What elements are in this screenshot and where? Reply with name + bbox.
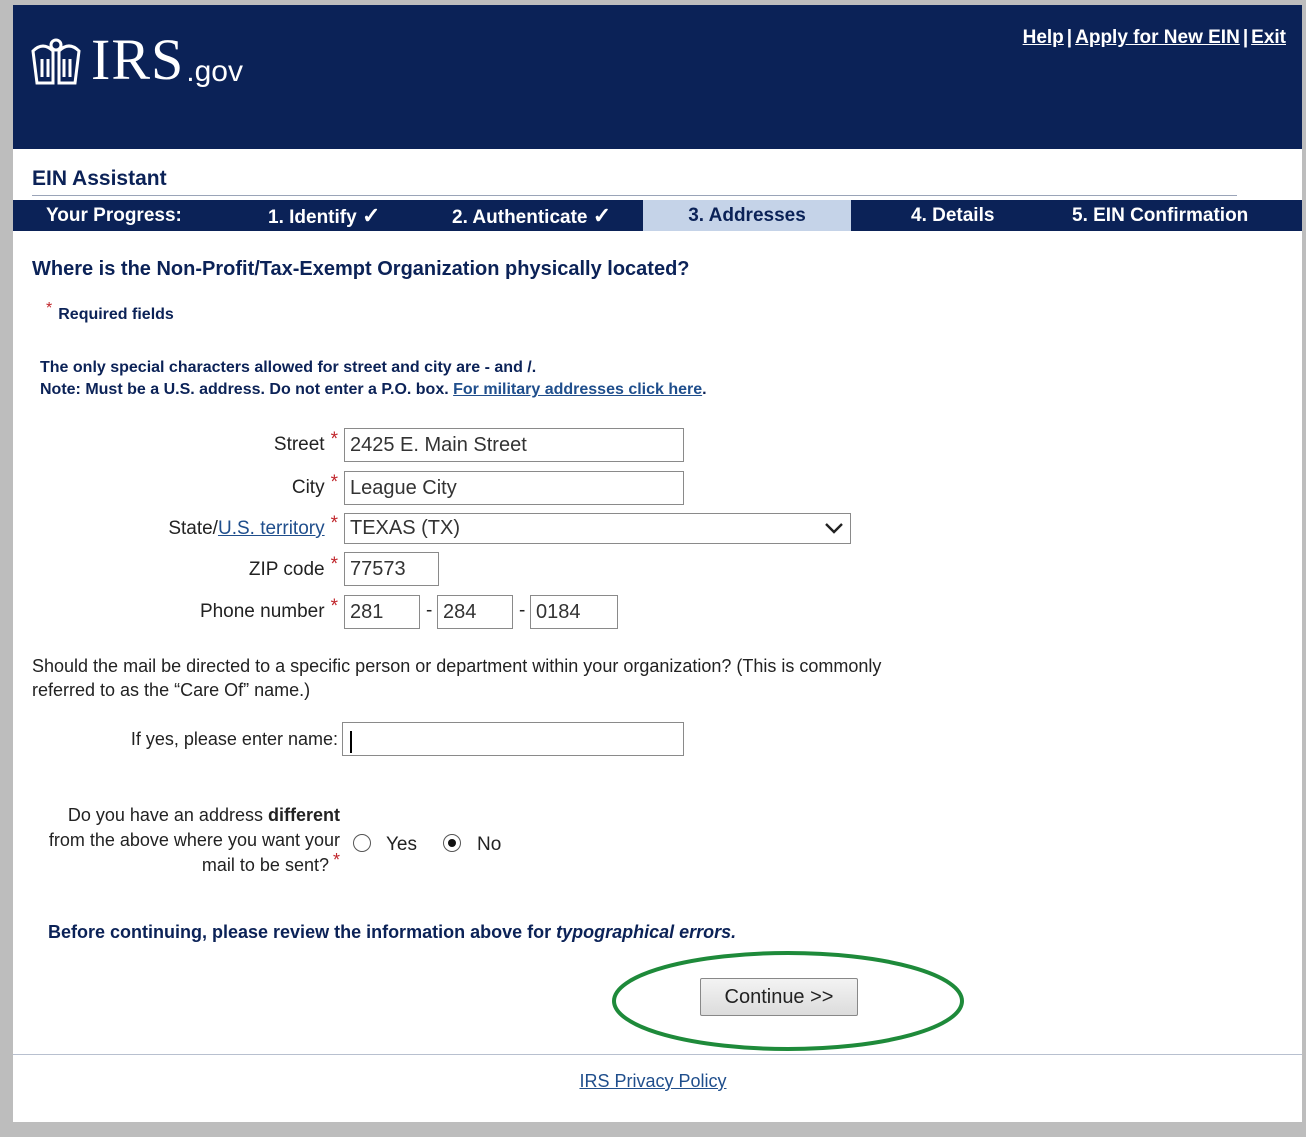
text-cursor <box>350 731 352 753</box>
phone-dash: - <box>519 600 526 621</box>
question-text: Do you have an address <box>67 805 263 825</box>
phone-line-input[interactable]: 0184 <box>530 595 618 629</box>
city-label-text: City <box>291 477 325 498</box>
state-select-value: TEXAS (TX) <box>350 517 461 539</box>
section-question: Where is the Non-Profit/Tax-Exempt Organ… <box>32 258 690 280</box>
note-period: . <box>702 381 707 398</box>
street-label-text: Street <box>273 434 325 455</box>
us-territory-link[interactable]: U.S. territory <box>218 518 325 539</box>
military-address-link[interactable]: For military addresses click here <box>453 381 702 398</box>
phone-prefix-input[interactable]: 284 <box>437 595 513 629</box>
street-label: Street * <box>273 429 338 456</box>
review-notice: Before continuing, please review the inf… <box>48 922 736 943</box>
care-of-name-input[interactable] <box>342 722 684 756</box>
phone-label-text: Phone number <box>199 601 325 622</box>
address-notes: The only special characters allowed for … <box>40 357 707 401</box>
special-characters-note: The only special characters allowed for … <box>40 359 537 376</box>
zip-label-text: ZIP code <box>248 559 325 580</box>
zip-input[interactable]: 77573 <box>344 552 439 586</box>
link-separator: | <box>1066 27 1073 48</box>
city-label: City * <box>291 472 338 499</box>
progress-step-ein-confirmation: 5. EIN Confirmation <box>1072 205 1249 226</box>
review-text: Before continuing, please review the inf… <box>48 922 552 942</box>
street-input[interactable]: 2425 E. Main Street <box>344 428 684 462</box>
privacy-policy-link[interactable]: IRS Privacy Policy <box>579 1071 726 1091</box>
different-address-question: Do you have an address different from th… <box>30 803 340 878</box>
zip-label: ZIP code * <box>248 554 338 581</box>
step-label: 2. Authenticate <box>452 207 588 228</box>
footer-divider <box>13 1054 1302 1055</box>
footer: IRS Privacy Policy <box>0 1071 1306 1092</box>
care-of-question: Should the mail be directed to a specifi… <box>32 656 882 700</box>
progress-step-identify: 1. Identify ✓ <box>268 200 380 231</box>
state-label-prefix: State/ <box>168 518 218 539</box>
step-label: 1. Identify <box>268 207 357 228</box>
logo-text: IRS <box>91 27 185 92</box>
check-icon: ✓ <box>592 203 612 228</box>
us-address-text: Note: Must be a U.S. address. Do not ent… <box>40 381 449 398</box>
required-asterisk: * <box>330 472 338 493</box>
state-select[interactable]: TEXAS (TX) <box>344 513 851 544</box>
required-asterisk: * <box>330 513 338 534</box>
question-text: from the above where you want your mail … <box>48 830 340 875</box>
apply-new-ein-link[interactable]: Apply for New EIN <box>1075 27 1240 48</box>
city-input[interactable]: League City <box>344 471 684 505</box>
check-icon: ✓ <box>361 203 381 228</box>
required-asterisk: * <box>330 429 338 450</box>
required-asterisk: * <box>46 300 53 317</box>
care-of-label: If yes, please enter name: <box>130 729 338 749</box>
page-title: EIN Assistant <box>32 167 167 190</box>
progress-step-details: 4. Details <box>911 205 995 226</box>
header-banner: IRS .gov Help | Apply for New EIN | Exit <box>13 5 1302 149</box>
required-fields-text: Required fields <box>58 306 174 323</box>
us-address-note: Note: Must be a U.S. address. Do not ent… <box>40 379 707 401</box>
phone-area-input[interactable]: 281 <box>344 595 420 629</box>
radio-no-label[interactable]: No <box>477 834 501 856</box>
progress-label: Your Progress: <box>46 205 182 226</box>
radio-yes-label[interactable]: Yes <box>386 834 417 856</box>
state-label: State/U.S. territory * <box>168 513 338 540</box>
progress-step-addresses: 3. Addresses <box>643 200 851 231</box>
review-emphasis: typographical errors. <box>556 922 737 942</box>
title-divider <box>32 195 1237 196</box>
required-asterisk: * <box>330 596 338 617</box>
top-links: Help | Apply for New EIN | Exit <box>1023 27 1286 49</box>
required-asterisk: * <box>332 850 340 870</box>
eagle-icon <box>31 38 81 85</box>
question-emphasis: different <box>268 805 340 825</box>
radio-no[interactable] <box>443 834 461 852</box>
chevron-down-icon <box>825 523 843 534</box>
radio-yes[interactable] <box>353 834 371 852</box>
progress-bar: Your Progress: 1. Identify ✓ 2. Authenti… <box>13 200 1302 231</box>
link-separator: | <box>1242 27 1249 48</box>
logo-suffix: .gov <box>186 55 243 88</box>
exit-link[interactable]: Exit <box>1251 27 1286 48</box>
phone-label: Phone number * <box>199 596 338 623</box>
continue-button[interactable]: Continue >> <box>700 978 858 1016</box>
required-fields-note: * Required fields <box>46 300 174 324</box>
phone-dash: - <box>426 600 433 621</box>
progress-step-authenticate: 2. Authenticate ✓ <box>452 200 611 231</box>
irs-logo[interactable]: IRS .gov <box>29 31 243 89</box>
help-link[interactable]: Help <box>1023 27 1064 48</box>
required-asterisk: * <box>330 554 338 575</box>
